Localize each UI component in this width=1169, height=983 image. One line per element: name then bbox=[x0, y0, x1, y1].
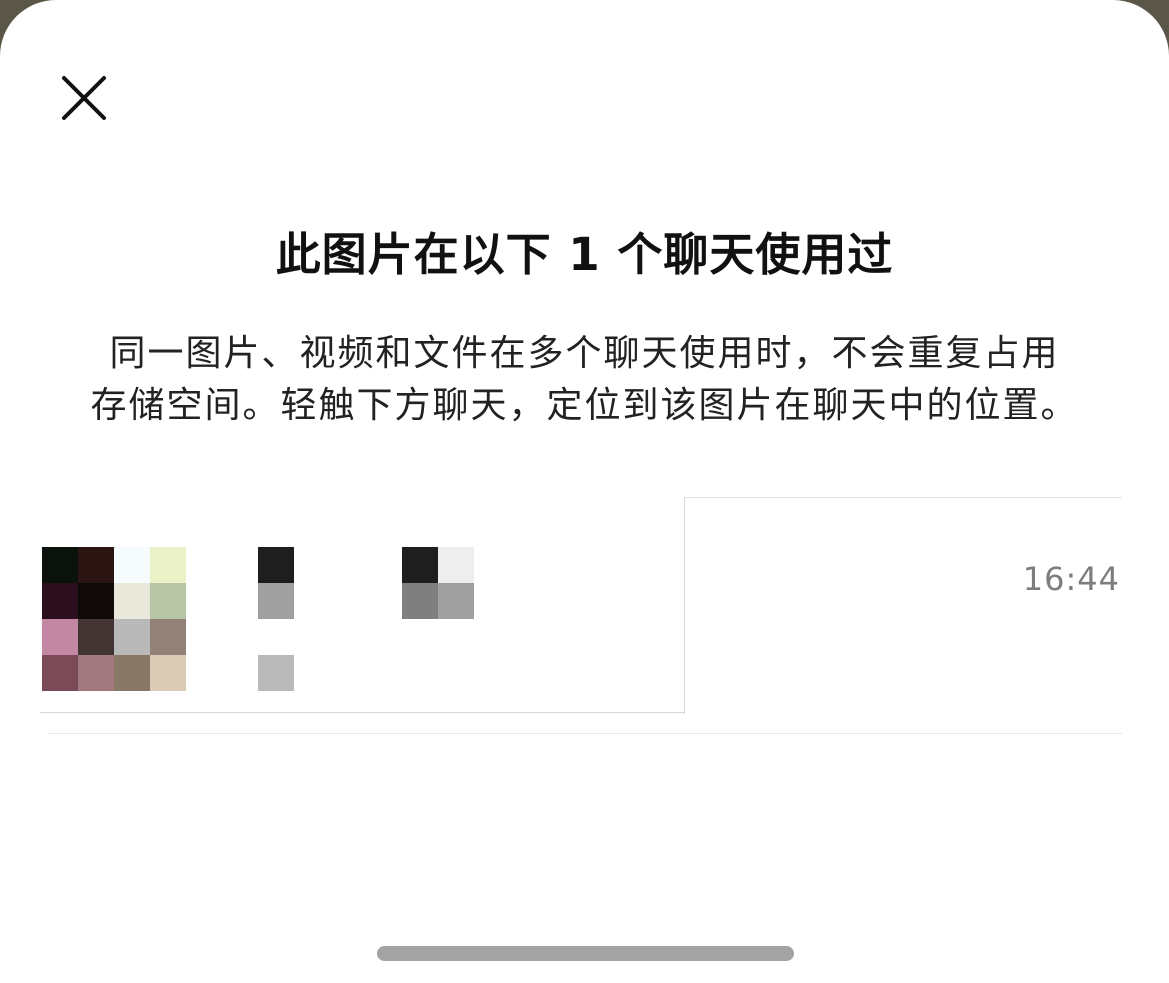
list-divider bbox=[48, 733, 1122, 734]
avatar-tile bbox=[114, 619, 150, 655]
avatar-tile bbox=[114, 583, 150, 619]
dialog-title: 此图片在以下 1 个聊天使用过 bbox=[275, 228, 894, 281]
redacted-block bbox=[438, 583, 474, 619]
avatar-tile bbox=[150, 583, 186, 619]
chat-list-item[interactable]: 16:44 bbox=[0, 496, 1169, 734]
avatar-tile bbox=[78, 583, 114, 619]
avatar-tile bbox=[42, 583, 78, 619]
avatar-tile bbox=[150, 655, 186, 691]
dialog-description: 同一图片、视频和文件在多个聊天使用时，不会重复占用 存储空间。轻触下方聊天，定位… bbox=[50, 328, 1119, 432]
avatar-tile bbox=[78, 619, 114, 655]
avatar-tile bbox=[114, 655, 150, 691]
redacted-block bbox=[258, 583, 294, 619]
chat-avatar bbox=[42, 547, 186, 691]
description-line-2: 存储空间。轻触下方聊天，定位到该图片在聊天中的位置。 bbox=[90, 385, 1079, 426]
avatar-tile bbox=[78, 655, 114, 691]
home-indicator[interactable] bbox=[377, 946, 794, 961]
close-icon bbox=[62, 76, 106, 120]
chat-item-frame bbox=[40, 496, 1122, 714]
avatar-tile bbox=[42, 547, 78, 583]
chat-name-redacted bbox=[258, 547, 474, 691]
bottom-sheet-dialog: 此图片在以下 1 个聊天使用过 同一图片、视频和文件在多个聊天使用时，不会重复占… bbox=[0, 0, 1169, 983]
description-line-1: 同一图片、视频和文件在多个聊天使用时，不会重复占用 bbox=[109, 333, 1060, 374]
avatar-tile bbox=[150, 547, 186, 583]
avatar-tile bbox=[78, 547, 114, 583]
frame-line-left bbox=[684, 497, 685, 714]
avatar-tile bbox=[42, 619, 78, 655]
redacted-block bbox=[258, 547, 294, 583]
redacted-block bbox=[438, 547, 474, 583]
redacted-block bbox=[258, 655, 294, 691]
avatar-tile bbox=[42, 655, 78, 691]
frame-line-bottom bbox=[40, 712, 685, 713]
avatar-tile bbox=[150, 619, 186, 655]
close-button[interactable] bbox=[56, 70, 112, 126]
redacted-block bbox=[402, 547, 438, 583]
frame-line-top bbox=[684, 497, 1122, 498]
redacted-block bbox=[402, 583, 438, 619]
avatar-tile bbox=[114, 547, 150, 583]
chat-timestamp: 16:44 bbox=[1022, 560, 1120, 598]
